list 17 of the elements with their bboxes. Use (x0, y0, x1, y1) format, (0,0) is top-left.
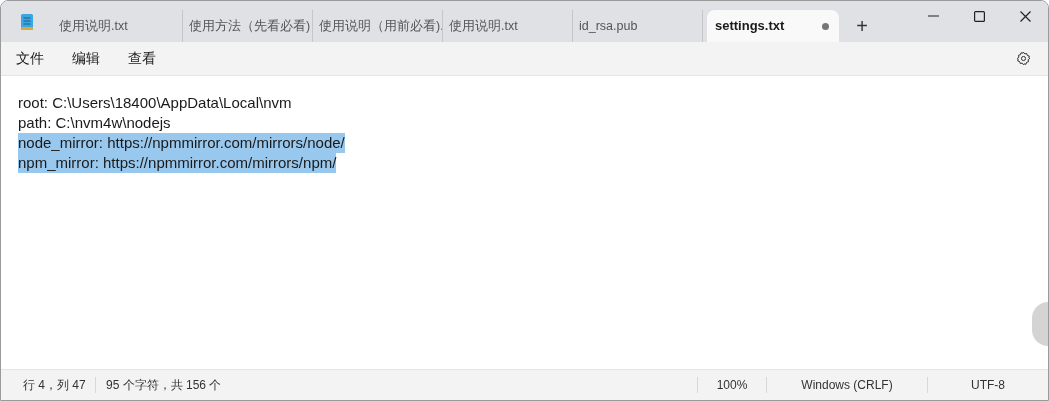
maximize-icon (973, 10, 985, 22)
character-count: 95 个字符，共 156 个 (105, 377, 222, 394)
zoom-level[interactable]: 100% (698, 376, 766, 394)
new-tab-button[interactable]: + (847, 10, 877, 42)
line-ending[interactable]: Windows (CRLF) (767, 376, 927, 394)
cursor-position: 行 4，列 47 (22, 377, 87, 394)
tab[interactable]: settings.txt (707, 10, 839, 42)
text-line: path: C:\nvm4w\nodejs (18, 113, 171, 133)
close-icon (1019, 10, 1031, 22)
menu-item[interactable]: 文件 (5, 44, 55, 73)
encoding[interactable]: UTF-8 (928, 376, 1048, 394)
text-line: root: C:\Users\18400\AppData\Local\nvm (18, 93, 292, 113)
menu-item[interactable]: 编辑 (61, 44, 111, 73)
notepad-icon (20, 12, 34, 31)
menu-item[interactable]: 查看 (117, 44, 167, 73)
settings-icon[interactable] (1016, 51, 1031, 66)
minimize-icon (927, 15, 939, 17)
